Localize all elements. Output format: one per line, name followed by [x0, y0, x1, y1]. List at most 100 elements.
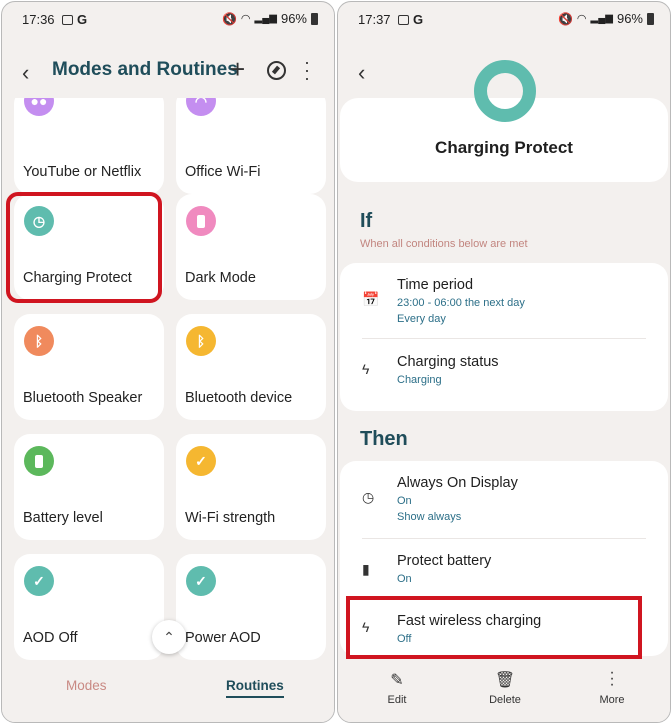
status-time: 17:37: [358, 12, 391, 27]
bluetooth-icon: ᛒ: [24, 326, 54, 356]
signal-icon: ▂▄▆: [254, 13, 277, 24]
routine-title: Charging Protect: [435, 138, 573, 157]
action-protect-battery[interactable]: ▮ Protect battery On: [340, 539, 668, 595]
routine-tile-power-aod[interactable]: ✓ Power AOD: [176, 554, 326, 660]
check-icon: ✓: [186, 566, 216, 596]
modes-routines-screen: 17:36 G 🔇 ◠ ▂▄▆ 96% ‹ Modes and Routines…: [1, 1, 335, 723]
if-conditions-card: 📅 Time period 23:00 - 06:00 the next day…: [340, 263, 668, 411]
scroll-to-top-button[interactable]: ⌃: [152, 620, 186, 654]
battery-percent: 96%: [280, 11, 307, 26]
row-title: Charging status: [397, 354, 499, 370]
system-icons: 🔇 ◠ ▂▄▆ 96%: [222, 11, 318, 26]
delete-label: Delete: [489, 694, 521, 706]
check-icon: ✓: [24, 566, 54, 596]
tile-label: Bluetooth device: [185, 390, 293, 406]
bluetooth-icon: ᛒ: [186, 326, 216, 356]
wifi-icon: ◠: [240, 13, 251, 25]
routine-tile-office-wifi[interactable]: ◠ Office Wi-Fi: [176, 98, 326, 194]
gallery-icon: [398, 14, 409, 25]
check-icon: ✓: [186, 446, 216, 476]
discover-icon[interactable]: [267, 61, 286, 80]
tile-label: Battery level: [23, 510, 103, 526]
dots-icon: ●●: [24, 98, 54, 116]
battery-icon: [647, 12, 654, 25]
battery-icon: ▮: [362, 561, 370, 577]
chevron-up-icon: ⌃: [163, 628, 175, 645]
if-section-subtitle: When all conditions below are met: [360, 238, 528, 250]
routine-tile-aod-off[interactable]: ✓ AOD Off: [14, 554, 164, 660]
clock-icon: ◷: [362, 489, 375, 505]
row-title: Always On Display: [397, 475, 518, 491]
action-always-on-display[interactable]: ◷ Always On Display On Show always: [340, 461, 668, 537]
row-subtitle: Charging: [397, 374, 442, 386]
back-icon[interactable]: ‹: [22, 60, 29, 86]
edit-label: Edit: [387, 694, 407, 706]
row-subtitle-2: Show always: [397, 511, 462, 523]
add-icon[interactable]: +: [230, 54, 245, 85]
gallery-icon: [62, 14, 73, 25]
tile-label: Dark Mode: [185, 270, 256, 286]
tile-label: YouTube or Netflix: [23, 164, 142, 180]
battery-icon: [186, 206, 216, 236]
routine-tile-bluetooth-device[interactable]: ᛒ Bluetooth device: [176, 314, 326, 420]
trash-icon: 🗑: [494, 672, 516, 689]
battery-icon: [24, 446, 54, 476]
routine-header-card: Charging Protect: [340, 60, 668, 182]
more-options-icon[interactable]: · · ·: [304, 53, 310, 87]
more-label: More: [599, 694, 625, 706]
row-title: Time period: [397, 277, 474, 293]
tab-modes[interactable]: Modes: [66, 678, 107, 693]
tile-label: AOD Off: [23, 630, 78, 646]
status-bar: 17:36 G 🔇 ◠ ▂▄▆ 96%: [2, 2, 334, 38]
bottom-navigation: Modes Routines: [2, 664, 334, 722]
routines-grid: ●● YouTube or Netflix ◠ Office Wi-Fi ◷ C…: [14, 98, 326, 666]
condition-time-period[interactable]: 📅 Time period 23:00 - 06:00 the next day…: [340, 263, 668, 337]
calendar-icon: 📅: [362, 291, 380, 307]
routine-tile-bluetooth-speaker[interactable]: ᛒ Bluetooth Speaker: [14, 314, 164, 420]
routine-tile-dark-mode[interactable]: Dark Mode: [176, 194, 326, 300]
page-title: Modes and Routines: [52, 59, 238, 80]
delete-button[interactable]: 🗑 Delete: [475, 670, 535, 706]
routine-icon: [474, 60, 536, 122]
back-icon[interactable]: ‹: [358, 60, 365, 86]
edit-button[interactable]: ✎ Edit: [367, 670, 427, 706]
tile-label: Wi-Fi strength: [185, 510, 276, 526]
tile-label: Bluetooth Speaker: [23, 390, 143, 406]
google-icon: G: [77, 12, 88, 27]
row-subtitle: On: [397, 495, 412, 507]
wifi-icon: ◠: [576, 13, 587, 25]
row-subtitle-2: Every day: [397, 313, 446, 325]
notification-icons: G: [398, 12, 423, 27]
then-section-title: Then: [360, 428, 408, 450]
status-bar: 17:37 G 🔇 ◠ ▂▄▆ 96%: [338, 2, 670, 38]
routine-tile-battery-level[interactable]: Battery level: [14, 434, 164, 540]
routine-detail-screen: 17:37 G 🔇 ◠ ▂▄▆ 96% ‹ Charging Protect I…: [337, 1, 671, 723]
more-options-icon: · · ·: [609, 664, 615, 693]
mute-icon: 🔇: [221, 11, 237, 26]
row-title: Protect battery: [397, 553, 492, 569]
pencil-icon: ✎: [390, 672, 404, 689]
row-subtitle: On: [397, 573, 412, 585]
google-icon: G: [413, 12, 424, 27]
routine-tile-wifi-strength[interactable]: ✓ Wi-Fi strength: [176, 434, 326, 540]
mute-icon: 🔇: [557, 11, 573, 26]
tile-label: Power AOD: [185, 630, 261, 646]
condition-charging-status[interactable]: ϟ Charging status Charging: [340, 339, 668, 411]
highlight-box: [6, 192, 162, 303]
action-bar: ✎ Edit 🗑 Delete · · · More: [338, 662, 670, 722]
row-subtitle: 23:00 - 06:00 the next day: [397, 297, 525, 309]
notification-icons: G: [62, 12, 87, 27]
tab-routines[interactable]: Routines: [226, 678, 284, 698]
if-section-title: If: [360, 210, 373, 232]
battery-percent: 96%: [616, 11, 643, 26]
routine-tile-youtube-netflix[interactable]: ●● YouTube or Netflix: [14, 98, 164, 194]
tile-label: Office Wi-Fi: [185, 164, 261, 180]
highlight-box: [346, 596, 642, 659]
wifi-icon: ◠: [186, 98, 216, 116]
signal-icon: ▂▄▆: [590, 13, 613, 24]
status-time: 17:36: [22, 12, 55, 27]
system-icons: 🔇 ◠ ▂▄▆ 96%: [558, 11, 654, 26]
bolt-icon: ϟ: [362, 361, 370, 377]
more-button[interactable]: · · · More: [582, 664, 642, 707]
battery-icon: [311, 12, 318, 25]
